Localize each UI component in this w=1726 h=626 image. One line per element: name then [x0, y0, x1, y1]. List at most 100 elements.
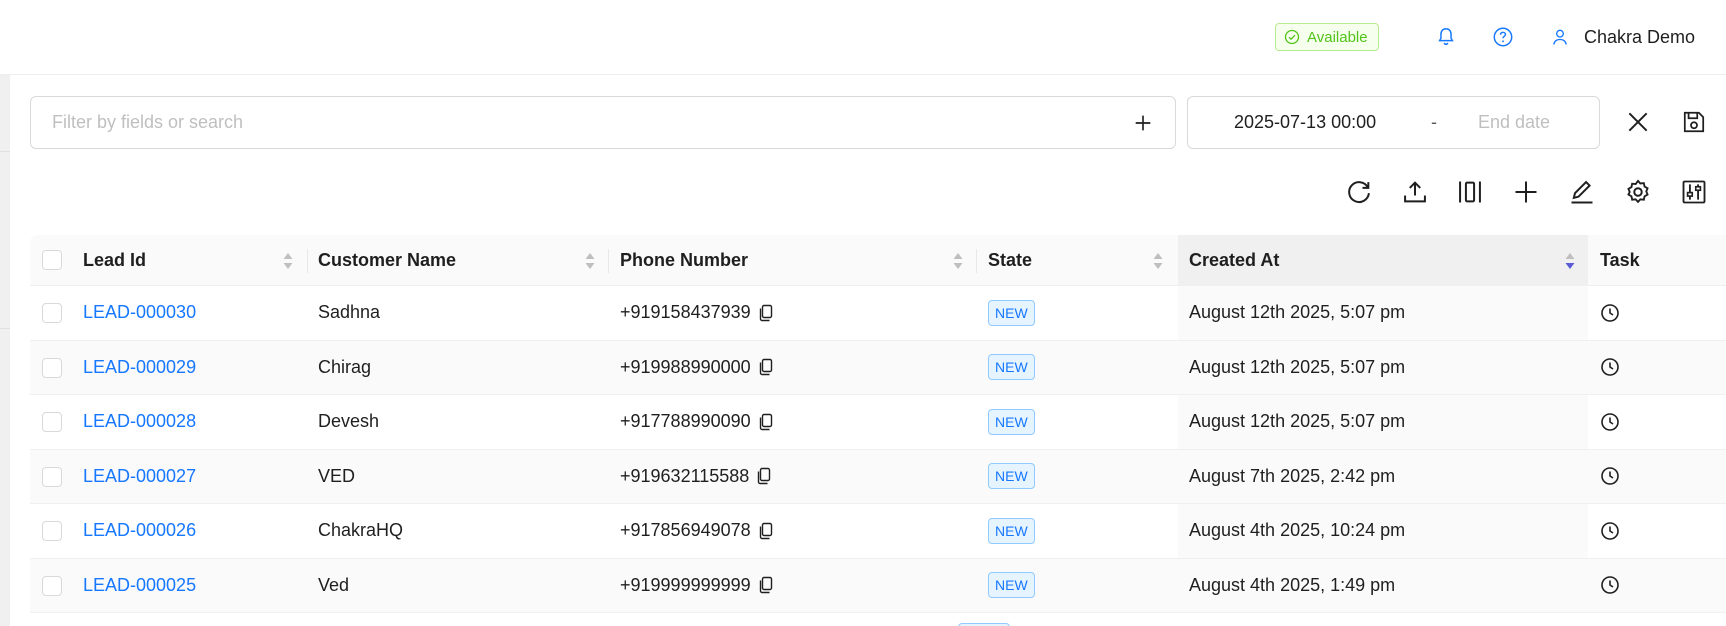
sort-icon[interactable]	[1152, 251, 1164, 271]
table-row[interactable]: LEAD-000029 Chirag +919988990000 NEW August …	[30, 340, 1726, 395]
table-row[interactable]: LEAD-000027 VED +919632115588 NEW August 7th…	[30, 449, 1726, 504]
sort-desc-icon[interactable]	[1564, 251, 1576, 271]
created-at: August 12th 2025, 5:07 pm	[1189, 356, 1406, 377]
sidebar-divider	[0, 151, 10, 152]
phone-number-cell: +917856949078	[620, 504, 775, 558]
column-header-lead-id[interactable]: Lead Id	[83, 235, 146, 286]
filter-bar	[30, 96, 1176, 149]
created-at: August 12th 2025, 5:07 pm	[1189, 302, 1406, 323]
state-tag: NEW	[988, 517, 1035, 544]
leads-table: Lead Id Customer Name Phone Number State…	[30, 235, 1726, 613]
phone-number-cell: +919158437939	[620, 286, 775, 340]
clock-icon[interactable]	[1600, 450, 1620, 504]
copy-icon[interactable]	[757, 576, 775, 594]
select-all-checkbox[interactable]	[42, 250, 62, 270]
phone-number: +919158437939	[620, 302, 751, 323]
sort-icon[interactable]	[584, 251, 596, 271]
settings-icon[interactable]	[1621, 175, 1655, 209]
created-at: August 4th 2025, 10:24 pm	[1189, 520, 1406, 541]
copy-icon[interactable]	[757, 413, 775, 431]
phone-number: +917856949078	[620, 520, 751, 541]
created-at: August 7th 2025, 2:42 pm	[1189, 465, 1396, 486]
sort-icon[interactable]	[282, 251, 294, 271]
bell-icon[interactable]	[1431, 22, 1461, 52]
row-checkbox[interactable]	[42, 357, 62, 378]
date-separator: -	[1431, 112, 1437, 132]
phone-number-cell: +917788990090	[620, 395, 775, 449]
clock-icon[interactable]	[1600, 395, 1620, 449]
customer-name: Ved	[318, 574, 350, 595]
clock-icon[interactable]	[1600, 286, 1620, 340]
phone-number: +919632115588	[620, 465, 750, 486]
table-row[interactable]: LEAD-000028 Devesh +917788990090 NEW August …	[30, 395, 1726, 450]
close-icon[interactable]	[1621, 105, 1655, 139]
add-filter-icon[interactable]	[1131, 111, 1155, 135]
row-checkbox[interactable]	[42, 575, 62, 596]
created-at: August 12th 2025, 5:07 pm	[1189, 411, 1406, 432]
upload-icon[interactable]	[1398, 175, 1432, 209]
sliders-icon[interactable]	[1677, 175, 1711, 209]
row-checkbox[interactable]	[42, 466, 62, 487]
copy-icon[interactable]	[755, 467, 773, 485]
lead-id-link[interactable]: LEAD-000028	[83, 395, 196, 449]
row-checkbox[interactable]	[42, 412, 62, 432]
table-row[interactable]: LEAD-000030 Sadhna +919158437939 NEW August …	[30, 286, 1726, 341]
user-icon	[1553, 29, 1567, 45]
lead-id-link[interactable]: LEAD-000025	[83, 559, 196, 613]
search-input[interactable]	[52, 112, 1131, 133]
edit-icon[interactable]	[1565, 175, 1599, 209]
status-badge[interactable]: Available	[1275, 23, 1379, 51]
row-checkbox[interactable]	[42, 303, 62, 323]
phone-number-cell: +919999999999	[620, 559, 775, 613]
save-icon[interactable]	[1677, 105, 1711, 139]
column-header-task: Task	[1600, 250, 1640, 270]
column-header-created-at[interactable]: Created At	[1189, 235, 1279, 286]
state-cell: NEW	[988, 286, 1035, 340]
state-cell: NEW	[988, 559, 1035, 613]
column-divider[interactable]	[976, 249, 977, 273]
columns-icon[interactable]	[1453, 175, 1487, 209]
copy-icon[interactable]	[757, 522, 775, 540]
table-row[interactable]: LEAD-000025 Ved +919999999999 NEW August 4th…	[30, 558, 1726, 613]
top-header: Available Chakra Demo	[0, 0, 1726, 75]
state-cell: NEW	[988, 450, 1035, 504]
date-start[interactable]: 2025-07-13 00:00	[1234, 112, 1376, 133]
state-tag: NEW	[988, 354, 1035, 381]
column-divider[interactable]	[307, 249, 308, 273]
customer-name: Sadhna	[318, 302, 381, 323]
phone-number: +919988990000	[620, 356, 751, 377]
created-at: August 4th 2025, 1:49 pm	[1189, 574, 1396, 595]
clock-icon[interactable]	[1600, 341, 1620, 395]
state-cell: NEW	[988, 395, 1035, 449]
column-header-state[interactable]: State	[988, 235, 1032, 286]
phone-number-cell: +919632115588	[620, 450, 773, 504]
copy-icon[interactable]	[757, 304, 775, 322]
lead-id-link[interactable]: LEAD-000027	[83, 450, 196, 504]
date-end[interactable]: End date	[1478, 112, 1550, 133]
user-menu[interactable]: Chakra Demo	[1550, 22, 1695, 52]
status-label: Available	[1307, 28, 1368, 46]
lead-id-link[interactable]: LEAD-000030	[83, 286, 196, 340]
lead-id-link[interactable]: LEAD-000026	[83, 504, 196, 558]
row-checkbox[interactable]	[42, 521, 62, 541]
column-divider[interactable]	[608, 249, 609, 273]
clock-icon[interactable]	[1600, 504, 1620, 558]
sort-icon[interactable]	[952, 251, 964, 271]
date-range-picker[interactable]: 2025-07-13 00:00 - End date	[1187, 96, 1600, 149]
lead-id-link[interactable]: LEAD-000029	[83, 341, 196, 395]
clock-icon[interactable]	[1600, 559, 1620, 613]
phone-number: +919999999999	[620, 574, 751, 595]
sidebar-divider	[0, 328, 10, 329]
help-icon[interactable]	[1488, 22, 1518, 52]
plus-icon[interactable]	[1509, 175, 1543, 209]
column-header-phone-number[interactable]: Phone Number	[620, 235, 748, 286]
user-name: Chakra Demo	[1584, 26, 1696, 47]
table-row[interactable]: LEAD-000026 ChakraHQ +917856949078 NEW Augus…	[30, 504, 1726, 559]
sidebar-edge	[0, 75, 10, 626]
state-cell: NEW	[988, 504, 1035, 558]
column-header-customer-name[interactable]: Customer Name	[318, 235, 456, 286]
state-tag: NEW	[988, 408, 1035, 435]
refresh-icon[interactable]	[1342, 175, 1376, 209]
copy-icon[interactable]	[757, 358, 775, 376]
state-cell: NEW	[988, 341, 1035, 395]
